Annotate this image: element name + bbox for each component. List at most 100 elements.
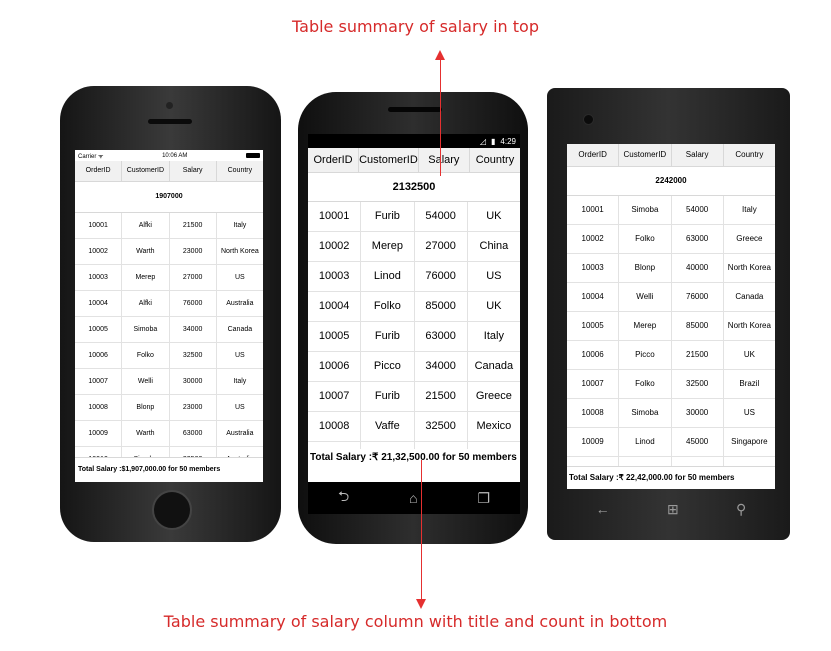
table-row[interactable]: 10002 Folko 63000 Greece	[567, 225, 775, 254]
home-icon[interactable]: ⌂	[409, 490, 417, 506]
table-row[interactable]: 10006 Folko 32500 US	[75, 343, 263, 369]
table-cell: 21500	[170, 213, 217, 238]
windows-phone-screen: OrderID CustomerID Salary Country 224200…	[567, 144, 775, 489]
table-cell: Canada	[474, 360, 514, 372]
data-grid[interactable]: OrderID CustomerID Salary Country 224200…	[567, 144, 775, 486]
home-button[interactable]	[152, 490, 192, 530]
column-header-salary[interactable]: Salary	[170, 161, 217, 181]
table-cell: 63000	[672, 225, 724, 253]
column-header-orderid[interactable]: OrderID	[308, 148, 360, 172]
table-row[interactable]: 10008 Simoba 30000 US	[567, 399, 775, 428]
table-row[interactable]: 10007 Welli 30000 Italy	[75, 369, 263, 395]
table-cell: Italy	[233, 378, 247, 385]
table-row[interactable]: 10004 Folko 85000 UK	[308, 292, 520, 322]
table-row[interactable]: 10002 Merep 27000 China	[308, 232, 520, 262]
table-row[interactable]: 10004 Alfki 76000 Australia	[75, 291, 263, 317]
column-header-country[interactable]: Country	[470, 148, 520, 172]
table-cell: North Korea	[221, 248, 259, 255]
table-cell: 21500	[672, 341, 724, 369]
table-cell: 32500	[672, 370, 724, 398]
table-cell: Folko	[122, 343, 170, 368]
table-cell: Warth	[122, 421, 170, 446]
table-cell: 23000	[170, 239, 217, 264]
table-row[interactable]: 10001 Furib 54000 UK	[308, 202, 520, 232]
arrow-down-line	[421, 460, 422, 600]
table-cell: Warth	[122, 239, 170, 264]
recents-icon[interactable]: ❐	[477, 490, 490, 507]
table-cell: Alfki	[122, 291, 170, 316]
table-cell: 10002	[308, 232, 362, 261]
table-cell: North Korea	[727, 321, 771, 330]
column-header-customerid[interactable]: CustomerID	[619, 144, 672, 166]
table-cell: 63000	[415, 322, 468, 351]
table-row[interactable]: 10005 Furib 63000 Italy	[308, 322, 520, 352]
table-cell: 10004	[308, 292, 362, 321]
table-cell: 10001	[308, 202, 362, 231]
back-icon[interactable]: ⮌	[338, 486, 349, 510]
table-cell: Folko	[361, 292, 415, 321]
table-row[interactable]: 10001 Alfki 21500 Italy	[75, 213, 263, 239]
table-cell: 34000	[415, 352, 468, 381]
table-cell: Canada	[227, 326, 253, 333]
column-header-customerid[interactable]: CustomerID	[122, 161, 170, 181]
table-row[interactable]: 10004 Welli 76000 Canada	[567, 283, 775, 312]
column-header-country[interactable]: Country	[724, 144, 775, 166]
table-row[interactable]: 10002 Warth 23000 North Korea	[75, 239, 263, 265]
android-nav-bar: ⮌ ⌂ ❐	[308, 482, 520, 514]
table-cell: 76000	[672, 283, 724, 311]
table-cell: 10009	[75, 421, 123, 446]
data-grid[interactable]: OrderID CustomerID Salary Country 190700…	[75, 161, 263, 473]
table-cell: 45000	[672, 428, 724, 456]
table-row[interactable]: 10001 Simoba 54000 Italy	[567, 196, 775, 225]
table-row[interactable]: 10003 Merep 27000 US	[75, 265, 263, 291]
table-row[interactable]: 10008 Vaffe 32500 Mexico	[308, 412, 520, 442]
carrier-label: Carrier ᯤ	[78, 153, 104, 160]
table-row[interactable]: 10009 Warth 63000 Australia	[75, 421, 263, 447]
table-cell: Canada	[735, 292, 764, 301]
table-cell: 30000	[672, 399, 724, 427]
table-cell: 10001	[567, 196, 620, 224]
table-row[interactable]: 10007 Folko 32500 Brazil	[567, 370, 775, 399]
column-header-salary[interactable]: Salary	[419, 148, 470, 172]
column-header-customerid[interactable]: CustomerID	[359, 148, 419, 172]
iphone-screen: Carrier ᯤ 10:06 AM OrderID CustomerID Sa…	[75, 150, 263, 482]
table-row[interactable]: 10003 Linod 76000 US	[308, 262, 520, 292]
search-icon[interactable]: ⚲	[736, 501, 746, 518]
windows-start-icon[interactable]: ⊞	[667, 501, 679, 518]
table-cell: Picco	[361, 352, 415, 381]
grid-rows: 10001 Alfki 21500 Italy 10002 Warth 23000 North…	[75, 213, 263, 473]
table-row[interactable]: 10003 Blonp 40000 North Korea	[567, 254, 775, 283]
table-cell: 63000	[170, 421, 217, 446]
table-cell: 10003	[75, 265, 123, 290]
table-row[interactable]: 10007 Furib 21500 Greece	[308, 382, 520, 412]
column-header-orderid[interactable]: OrderID	[567, 144, 620, 166]
earpiece	[388, 107, 442, 112]
table-cell: 10008	[567, 399, 620, 427]
android-screen: ◿ ▮ 4:29 OrderID CustomerID Salary Count…	[308, 134, 520, 482]
table-summary-top: 2242000	[567, 167, 775, 196]
table-row[interactable]: 10005 Simoba 34000 Canada	[75, 317, 263, 343]
table-cell: Greece	[736, 234, 763, 243]
camera-icon	[166, 102, 173, 109]
table-row[interactable]: 10006 Picco 34000 Canada	[308, 352, 520, 382]
back-icon[interactable]: ←	[596, 501, 610, 517]
table-cell: US	[743, 408, 755, 417]
table-summary-top: 1907000	[75, 182, 263, 213]
table-row[interactable]: 10008 Blonp 23000 US	[75, 395, 263, 421]
table-cell: 10002	[567, 225, 620, 253]
table-row[interactable]: 10009 Linod 45000 Singapore	[567, 428, 775, 457]
table-row[interactable]: 10005 Merep 85000 North Korea	[567, 312, 775, 341]
table-cell: 10006	[308, 352, 362, 381]
column-header-salary[interactable]: Salary	[672, 144, 724, 166]
battery-icon	[246, 153, 260, 158]
iphone-device: Carrier ᯤ 10:06 AM OrderID CustomerID Sa…	[60, 86, 281, 542]
table-cell: Linod	[361, 262, 415, 291]
table-cell: US	[486, 270, 502, 282]
column-header-orderid[interactable]: OrderID	[75, 161, 123, 181]
table-cell: 10008	[75, 395, 123, 420]
table-row[interactable]: 10006 Picco 21500 UK	[567, 341, 775, 370]
windows-nav-bar: ← ⊞ ⚲	[567, 492, 775, 526]
data-grid[interactable]: OrderID CustomerID Salary Country 213250…	[308, 148, 520, 472]
windows-phone-device: OrderID CustomerID Salary Country 224200…	[547, 88, 790, 540]
column-header-country[interactable]: Country	[217, 161, 263, 181]
